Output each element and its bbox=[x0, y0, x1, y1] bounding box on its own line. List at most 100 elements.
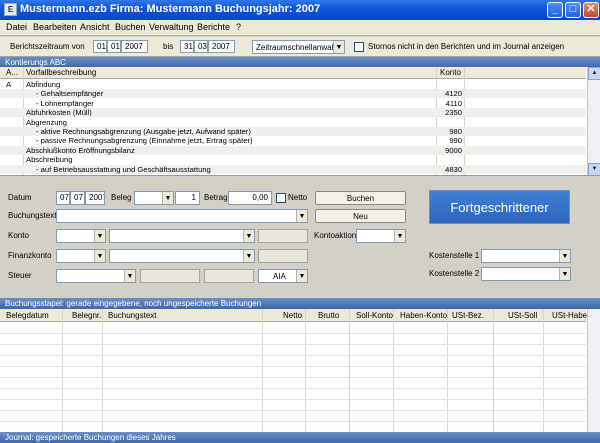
storno-label: Stornos nicht in den Berichten und im Jo… bbox=[368, 42, 565, 51]
konto-name-select[interactable]: ▼ bbox=[109, 229, 255, 243]
title-bar[interactable]: E Mustermann.ezb Firma: Mustermann Buchu… bbox=[0, 0, 600, 20]
kontierung-row[interactable]: Abschreibung bbox=[0, 155, 586, 164]
row-description: - Lohnempfänger bbox=[36, 98, 94, 108]
finanzkonto-name-select[interactable]: ▼ bbox=[109, 249, 255, 263]
menu-bearbeiten[interactable]: Bearbeiten bbox=[33, 22, 77, 32]
menu-verwaltung[interactable]: Verwaltung bbox=[149, 22, 194, 32]
betrag-label: Betrag bbox=[204, 193, 228, 202]
quick-period-select[interactable]: Zeitraumschnellanwahl ▼ bbox=[252, 40, 345, 54]
buchen-button[interactable]: Buchen bbox=[315, 191, 406, 205]
netto-label: Netto bbox=[288, 193, 308, 202]
chevron-down-icon: ▼ bbox=[243, 250, 254, 262]
col-header-netto[interactable]: Netto bbox=[283, 311, 302, 320]
col-header-brutto[interactable]: Brutto bbox=[318, 311, 339, 320]
finanzkonto-select[interactable]: ▼ bbox=[56, 249, 106, 263]
row-konto: 4830 bbox=[445, 164, 462, 174]
steuer-rate-field bbox=[204, 269, 254, 283]
from-month-field[interactable]: 01 bbox=[107, 40, 121, 53]
datum-day-field[interactable]: 07 bbox=[56, 191, 70, 205]
kontierung-header-row: A... Vorfallbeschreibung Konto bbox=[0, 67, 586, 79]
mode-toggle-button[interactable]: Fortgeschrittener bbox=[429, 190, 570, 224]
to-year-field[interactable]: 2007 bbox=[208, 40, 235, 53]
neu-button[interactable]: Neu bbox=[315, 209, 406, 223]
stapel-scrollbar[interactable] bbox=[587, 309, 600, 433]
kontierung-row[interactable]: Abschlußkonto Eröffnungsbilanz 9000 bbox=[0, 145, 586, 155]
beleg-number-field[interactable]: 1 bbox=[175, 191, 200, 205]
kontierung-row[interactable]: Abfuhrkosten (Müll) 2350 bbox=[0, 108, 586, 118]
buchungstext-combo[interactable]: ▼ bbox=[56, 209, 308, 223]
from-year-field[interactable]: 2007 bbox=[121, 40, 148, 53]
kontoaktion-label: Kontoaktion bbox=[314, 231, 357, 240]
maximize-button[interactable]: □ bbox=[565, 2, 581, 18]
col-header-ust-haben[interactable]: USt-Haben bbox=[552, 311, 592, 320]
col-header-description[interactable]: Vorfallbeschreibung bbox=[26, 68, 96, 77]
period-label: Berichtszeitraum von bbox=[10, 42, 85, 51]
datum-label: Datum bbox=[8, 193, 32, 202]
beleg-type-select[interactable]: ▼ bbox=[134, 191, 174, 205]
datum-year-field[interactable]: 2007 bbox=[85, 191, 105, 205]
col-header-belegnr[interactable]: Belegnr. bbox=[72, 311, 101, 320]
close-button[interactable]: ✕ bbox=[583, 2, 599, 18]
kontierung-row[interactable]: - auf Betriebsausstattung und Geschäftsa… bbox=[0, 164, 586, 174]
menu-buchen[interactable]: Buchen bbox=[115, 22, 146, 32]
konto-select[interactable]: ▼ bbox=[56, 229, 106, 243]
kontierung-scrollbar[interactable]: ▲ ▼ bbox=[587, 67, 600, 175]
chevron-down-icon: ▼ bbox=[559, 268, 570, 280]
col-header-haben-konto[interactable]: Haben-Konto bbox=[400, 311, 447, 320]
chevron-down-icon: ▼ bbox=[333, 41, 344, 53]
betrag-field[interactable]: 0,00 bbox=[228, 191, 272, 205]
stapel-grid: Belegdatum Belegnr. Buchungstext Netto B… bbox=[0, 309, 600, 433]
col-header-ust-soll[interactable]: USt-Soll bbox=[508, 311, 537, 320]
row-konto: 9000 bbox=[445, 145, 462, 155]
from-day-field[interactable]: 01 bbox=[93, 40, 107, 53]
chevron-down-icon: ▼ bbox=[296, 270, 307, 282]
col-header-ust-bez[interactable]: USt-Bez. bbox=[452, 311, 484, 320]
menu-berichte[interactable]: Berichte bbox=[197, 22, 230, 32]
kontierung-row[interactable]: - aktive Rechnungsabgrenzung (Ausgabe je… bbox=[0, 127, 586, 136]
row-konto: 990 bbox=[449, 136, 462, 146]
chevron-down-icon: ▼ bbox=[394, 230, 405, 242]
finanzkonto-label: Finanzkonto bbox=[8, 251, 52, 260]
storno-checkbox[interactable] bbox=[354, 42, 364, 52]
kontierung-row[interactable]: A Abfindung bbox=[0, 80, 586, 89]
row-description: Abschreibung bbox=[26, 155, 73, 165]
chevron-down-icon: ▼ bbox=[559, 250, 570, 262]
netto-checkbox[interactable] bbox=[276, 193, 286, 203]
aia-select[interactable]: AIA ▼ bbox=[258, 269, 308, 283]
to-month-field[interactable]: 03 bbox=[194, 40, 208, 53]
to-day-field[interactable]: 31 bbox=[180, 40, 194, 53]
row-description: Abschlußkonto Eröffnungsbilanz bbox=[26, 145, 135, 155]
datum-month-field[interactable]: 07 bbox=[70, 191, 85, 205]
col-header-soll-konto[interactable]: Soll-Konto bbox=[356, 311, 393, 320]
kontierung-row[interactable]: - Gehaltsempfänger 4120 bbox=[0, 89, 586, 99]
kontierung-row[interactable]: - Lohnempfänger 4110 bbox=[0, 99, 586, 108]
row-konto: 4120 bbox=[445, 89, 462, 99]
finanzkonto-balance-field bbox=[258, 249, 308, 263]
kostenstelle2-select[interactable]: ▼ bbox=[481, 267, 571, 281]
filter-bar: Berichtszeitraum von 01 01 2007 bis 31 0… bbox=[0, 37, 600, 57]
menu-help[interactable]: ? bbox=[236, 22, 241, 32]
steuer-select[interactable]: ▼ bbox=[56, 269, 136, 283]
kostenstelle1-select[interactable]: ▼ bbox=[481, 249, 571, 263]
col-header-belegdatum[interactable]: Belegdatum bbox=[6, 311, 49, 320]
col-header-konto[interactable]: Konto bbox=[440, 68, 461, 77]
menu-ansicht[interactable]: Ansicht bbox=[80, 22, 110, 32]
col-header-buchungstext[interactable]: Buchungstext bbox=[108, 311, 156, 320]
scroll-up-icon[interactable]: ▲ bbox=[588, 67, 600, 80]
kontierung-row[interactable]: Abgrenzung bbox=[0, 118, 586, 127]
row-description: - passive Rechnungsabgrenzung (Einnahme … bbox=[36, 136, 253, 146]
chevron-down-icon: ▼ bbox=[243, 230, 254, 242]
window-title: Mustermann.ezb Firma: Mustermann Buchung… bbox=[20, 3, 321, 15]
menu-datei[interactable]: Datei bbox=[6, 22, 27, 32]
minimize-button[interactable]: _ bbox=[547, 2, 563, 18]
scroll-down-icon[interactable]: ▼ bbox=[588, 163, 600, 175]
kontierung-row[interactable]: - passive Rechnungsabgrenzung (Einnahme … bbox=[0, 136, 586, 145]
kontoaktion-select[interactable]: ▼ bbox=[356, 229, 406, 243]
row-description: Abgrenzung bbox=[26, 117, 67, 127]
row-description: Abfuhrkosten (Müll) bbox=[26, 108, 92, 118]
row-description: - aktive Rechnungsabgrenzung (Ausgabe je… bbox=[36, 127, 251, 136]
row-konto: 980 bbox=[449, 127, 462, 136]
col-header-letter[interactable]: A... bbox=[6, 68, 18, 77]
app-icon: E bbox=[4, 3, 17, 16]
chevron-down-icon: ▼ bbox=[94, 250, 105, 262]
